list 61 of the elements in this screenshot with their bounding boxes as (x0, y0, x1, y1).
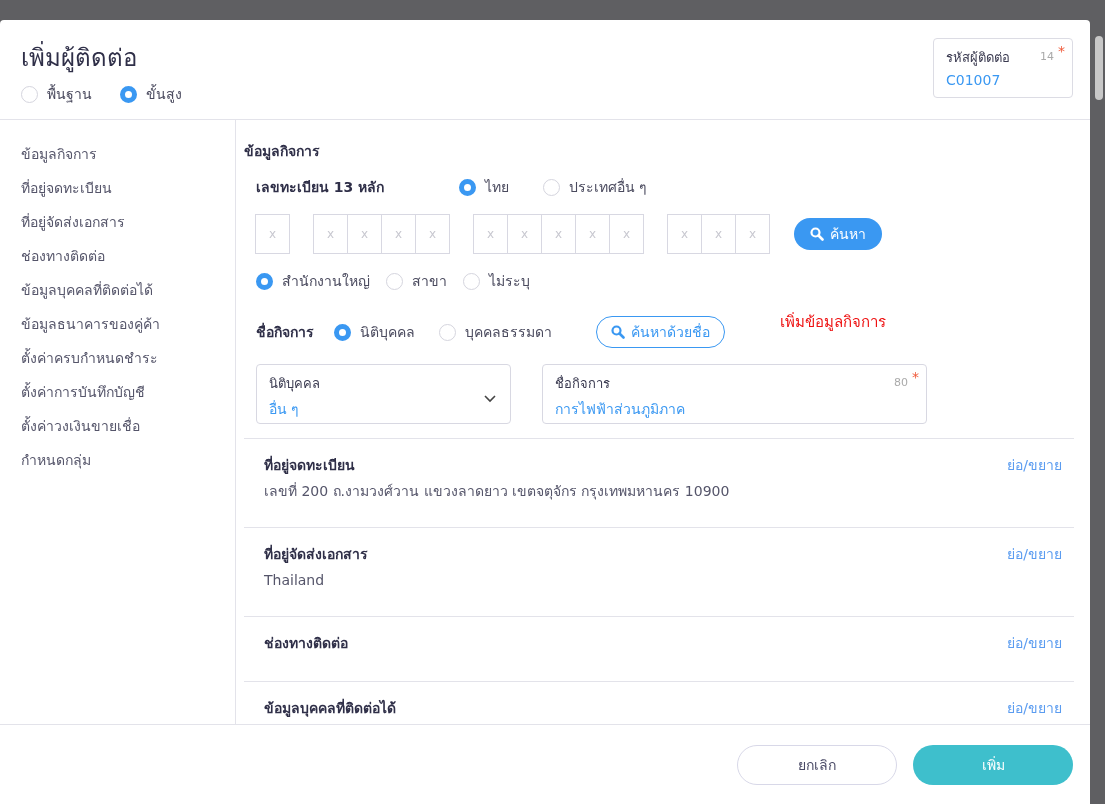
section-summary: Thailand (264, 571, 326, 590)
radio-label: สาขา (412, 272, 447, 291)
dialog-title: เพิ่มผู้ติดต่อ (21, 38, 182, 77)
entity-radio[interactable]: นิติบุคคล (334, 321, 415, 343)
section-title: ที่อยู่จดทะเบียน (264, 455, 356, 475)
radio-label: ประเทศอื่น ๆ (569, 177, 648, 197)
sidebar-item[interactable]: ที่อยู่จัดส่งเอกสาร (21, 212, 235, 232)
business-name-field[interactable]: ชื่อกิจการ การไฟฟ้าส่วนภูมิภาค 80 * (542, 364, 927, 424)
scrollbar-thumb[interactable] (1095, 36, 1103, 100)
search-icon (611, 325, 625, 339)
radio-circle[interactable] (459, 178, 476, 196)
radio-circle[interactable] (334, 323, 351, 341)
radio-label: สำนักงานใหญ่ (282, 272, 370, 291)
mode-radio[interactable]: ขั้นสูง (120, 83, 182, 105)
cancel-button[interactable]: ยกเลิก (737, 744, 897, 785)
sidebar-item[interactable]: ตั้งค่าครบกำหนดชำระ (21, 348, 235, 368)
mode-radio[interactable]: พื้นฐาน (21, 83, 92, 105)
sidebar-item[interactable]: ข้อมูลบุคคลที่ติดต่อได้ (21, 280, 235, 300)
branch-radio[interactable]: สำนักงานใหญ่ (256, 270, 370, 292)
sidebar-item[interactable]: ที่อยู่จดทะเบียน (21, 178, 235, 198)
sidebar-item[interactable]: ตั้งค่าการบันทึกบัญชี (21, 382, 235, 402)
field-label: นิติบุคคล (269, 375, 320, 394)
field-value: C01007 (946, 72, 1001, 88)
sidebar-item[interactable]: ข้อมูลธนาคารของคู่ค้า (21, 314, 235, 334)
annotation-text: เพิ่มข้อมูลกิจการ (780, 311, 886, 333)
field-label: เลขทะเบียน 13 หลัก (256, 178, 386, 197)
section-summary: เลขที่ 200 ถ.งามวงศ์วาน แขวงลาดยาว เขตจตุจักร กรุงเทพมหานคร 10900 (264, 481, 730, 501)
branch-radio[interactable]: ไม่ระบุ (463, 270, 530, 292)
field-label: ชื่อกิจการ (555, 374, 610, 393)
required-mark: * (912, 369, 919, 385)
radio-label: พื้นฐาน (47, 83, 92, 105)
contact-code-field[interactable]: รหัสผู้ติดต่อ C01007 14 * (933, 38, 1073, 98)
entity-radio[interactable]: บุคคลธรรมดา (439, 321, 552, 343)
field-value: อื่น ๆ (269, 399, 300, 419)
chevron-down-icon (484, 395, 496, 403)
field-label: ชื่อกิจการ (256, 321, 315, 342)
search-icon (810, 227, 824, 241)
section-title: ข้อมูลกิจการ (244, 142, 321, 162)
char-counter: 80 (894, 376, 908, 389)
radio-label: ขั้นสูง (146, 83, 182, 105)
required-mark: * (1058, 43, 1065, 59)
country-radio[interactable]: ไทย (459, 176, 509, 198)
sidebar-item[interactable]: ข้อมูลกิจการ (21, 144, 235, 164)
radio-circle[interactable] (120, 85, 137, 103)
radio-label: นิติบุคคล (360, 323, 415, 343)
radio-label: บุคคลธรรมดา (465, 323, 552, 343)
section-title: ที่อยู่จัดส่งเอกสาร (264, 544, 368, 564)
radio-label: ไม่ระบุ (489, 272, 530, 292)
section-title: ช่องทางติดต่อ (264, 634, 348, 653)
country-radio[interactable]: ประเทศอื่น ๆ (543, 176, 648, 198)
section-title: ข้อมูลบุคคลที่ติดต่อได้ (264, 698, 396, 718)
field-label: รหัสผู้ติดต่อ (946, 49, 1010, 68)
entity-select[interactable]: นิติบุคคล อื่น ๆ (256, 364, 511, 424)
sidebar-item[interactable]: กำหนดกลุ่ม (21, 450, 235, 470)
radio-circle[interactable] (256, 272, 273, 290)
sidebar-item[interactable]: ช่องทางติดต่อ (21, 246, 235, 266)
char-counter: 14 (1040, 50, 1054, 63)
field-value: การไฟฟ้าส่วนภูมิภาค (555, 400, 685, 420)
branch-radio[interactable]: สาขา (386, 270, 447, 292)
sidebar-item[interactable]: ตั้งค่าวงเงินขายเชื่อ (21, 416, 235, 436)
radio-label: ไทย (485, 178, 509, 197)
